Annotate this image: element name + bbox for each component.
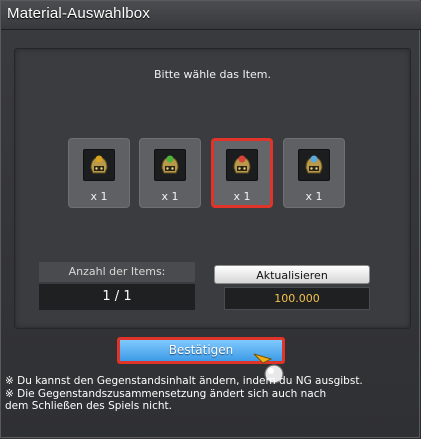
item-slot-4[interactable]: x 1 [283,138,345,208]
note-line: dem Schließen des Spiels nicht. [5,400,172,412]
info-notes: ※ Du kannst den Gegenstandsinhalt ändern… [5,375,417,413]
note-line: ※ Du kannst den Gegenstandsinhalt ändern… [5,375,363,387]
blue-helmet-icon [298,149,330,181]
note-line: ※ Die Gegenstandszusammensetzung ändert … [5,387,327,400]
item-quantity: x 1 [233,190,251,203]
refresh-price: 100.000 [224,287,370,310]
item-count-value: 1 / 1 [39,284,195,310]
dialog-title: Material-Auswahlbox [7,5,151,22]
gold-helmet-icon [83,149,115,181]
selection-panel: Bitte wähle das Item. x 1 x 1 x 1 x 1 An… [14,48,411,329]
item-slot-1[interactable]: x 1 [68,138,130,208]
item-quantity: x 1 [305,190,323,203]
selection-prompt: Bitte wähle das Item. [153,68,271,81]
item-quantity: x 1 [90,190,108,203]
red-helmet-icon [226,149,258,181]
item-quantity: x 1 [161,190,179,203]
green-helmet-icon [154,149,186,181]
material-selection-dialog: Material-Auswahlbox Bitte wähle das Item… [0,0,421,438]
refresh-button[interactable]: Aktualisieren [214,265,370,284]
item-count-label: Anzahl der Items: [39,262,195,282]
item-slot-3[interactable]: x 1 [211,138,273,208]
item-slot-2[interactable]: x 1 [139,138,201,208]
title-bar[interactable]: Material-Auswahlbox [1,1,421,30]
